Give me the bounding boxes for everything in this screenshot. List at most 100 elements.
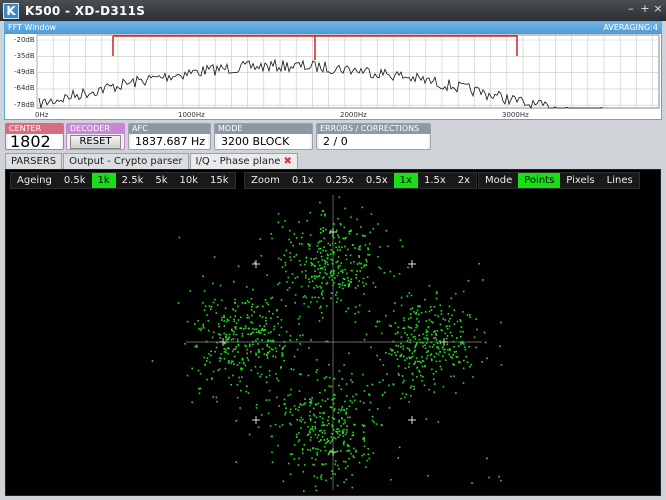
iq-sample-point — [289, 229, 291, 232]
iq-sample-point — [376, 320, 379, 323]
iq-sample-point — [333, 273, 335, 275]
iq-sample-point — [409, 386, 412, 389]
iq-sample-point — [225, 339, 228, 341]
iq-sample-point — [409, 308, 412, 311]
iq-sample-point — [186, 374, 189, 377]
tab-output-crypto-parser[interactable]: Output - Crypto parser — [63, 153, 189, 169]
iq-sample-point — [200, 327, 203, 330]
tab-parsers[interactable]: PARSERS — [5, 153, 63, 169]
iq-sample-point — [416, 367, 418, 369]
decoder-reset-button[interactable]: RESET — [70, 135, 121, 149]
ageing-10k-button[interactable]: 10k — [174, 173, 205, 188]
iq-sample-point — [339, 283, 341, 286]
iq-sample-point — [234, 302, 236, 304]
iq-sample-point — [337, 217, 339, 220]
iq-sample-point — [345, 413, 347, 415]
iq-sample-point — [407, 326, 410, 328]
ageing-5k-button[interactable]: 5k — [149, 173, 173, 188]
close-tab-icon[interactable]: ✖ — [283, 156, 291, 167]
iq-sample-point — [333, 393, 336, 396]
ageing-15k-button[interactable]: 15k — [204, 173, 235, 188]
iq-sample-point — [310, 262, 313, 264]
iq-sample-point — [303, 302, 305, 305]
ageing-0.5k-button[interactable]: 0.5k — [58, 173, 92, 188]
iq-sample-point — [330, 477, 332, 480]
iq-sample-point — [363, 338, 366, 341]
iq-sample-point — [208, 353, 210, 355]
mode-pixels-button[interactable]: Pixels — [560, 173, 600, 188]
iq-sample-point — [385, 314, 387, 317]
iq-sample-point — [401, 245, 404, 248]
afc-value: 1837.687 Hz — [131, 134, 208, 149]
iq-sample-point — [246, 300, 249, 302]
ageing-1k-button[interactable]: 1k — [91, 173, 116, 188]
zoom-1x-button[interactable]: 1x — [393, 173, 418, 188]
zoom-1.5x-button[interactable]: 1.5x — [418, 173, 452, 188]
iq-sample-point — [319, 449, 322, 452]
iq-sample-point — [282, 346, 285, 349]
iq-sample-point — [373, 421, 375, 424]
iq-sample-point — [459, 343, 462, 345]
iq-sample-point — [470, 363, 473, 366]
iq-sample-point — [341, 378, 343, 380]
mode-lines-button[interactable]: Lines — [601, 173, 639, 188]
iq-sample-point — [275, 373, 277, 375]
zoom-2x-button[interactable]: 2x — [452, 173, 476, 188]
iq-sample-point — [239, 389, 242, 392]
iq-sample-point — [425, 320, 428, 322]
zoom-0.1x-button[interactable]: 0.1x — [286, 173, 320, 188]
iq-sample-point — [310, 264, 313, 267]
tab-iq-phase-plane[interactable]: I/Q - Phase plane ✖ — [189, 153, 298, 169]
fft-spectrum-plot[interactable]: -20dB -35dB -49dB -64dB -78dB 0Hz 1000Hz… — [5, 34, 661, 119]
zoom-0.5x-button[interactable]: 0.5x — [360, 173, 394, 188]
close-button[interactable]: × — [651, 2, 665, 18]
minimize-button[interactable]: – — [624, 2, 638, 18]
iq-sample-point — [296, 276, 299, 278]
iq-sample-point — [259, 332, 262, 334]
iq-sample-point — [313, 414, 316, 417]
iq-sample-point — [417, 305, 419, 307]
iq-sample-point — [322, 210, 324, 213]
ageing-2.5k-button[interactable]: 2.5k — [116, 173, 150, 188]
iq-sample-point — [362, 235, 365, 237]
iq-sample-point — [232, 348, 235, 351]
iq-sample-point — [228, 376, 230, 379]
iq-sample-point — [305, 257, 308, 259]
iq-sample-point — [225, 351, 227, 354]
iq-sample-point — [316, 286, 319, 288]
iq-sample-point — [308, 398, 311, 400]
iq-sample-point — [308, 248, 311, 250]
iq-sample-point — [365, 264, 368, 266]
iq-sample-point — [298, 419, 301, 422]
iq-sample-point — [237, 340, 239, 343]
iq-sample-point — [270, 317, 272, 319]
iq-sample-point — [329, 253, 332, 255]
iq-sample-point — [498, 475, 500, 478]
iq-sample-point — [255, 354, 257, 356]
iq-sample-point — [310, 339, 312, 341]
iq-sample-point — [239, 380, 241, 383]
hz-label: 2000Hz — [340, 111, 367, 119]
iq-sample-point — [443, 351, 446, 354]
iq-sample-point — [344, 245, 346, 248]
maximize-button[interactable]: + — [638, 2, 652, 18]
zoom-0.25x-button[interactable]: 0.25x — [320, 173, 360, 188]
center-value[interactable]: 1802 Hz — [8, 134, 61, 165]
iq-sample-point — [264, 299, 267, 301]
iq-sample-point — [434, 314, 437, 316]
iq-sample-point — [400, 296, 403, 299]
averaging-indicator[interactable]: AVERAGING:4 — [603, 22, 658, 34]
iq-sample-point — [269, 339, 272, 342]
iq-constellation-plot[interactable] — [6, 190, 660, 495]
iq-sample-point — [280, 299, 283, 301]
iq-sample-point — [468, 345, 470, 348]
iq-sample-point — [413, 350, 416, 353]
iq-sample-point — [464, 346, 466, 348]
iq-sample-point — [462, 341, 464, 343]
iq-sample-point — [263, 353, 266, 355]
iq-sample-point — [357, 285, 359, 287]
iq-sample-point — [194, 345, 197, 348]
iq-sample-point — [206, 357, 209, 359]
iq-sample-point — [293, 233, 296, 235]
mode-points-button[interactable]: Points — [518, 173, 561, 188]
